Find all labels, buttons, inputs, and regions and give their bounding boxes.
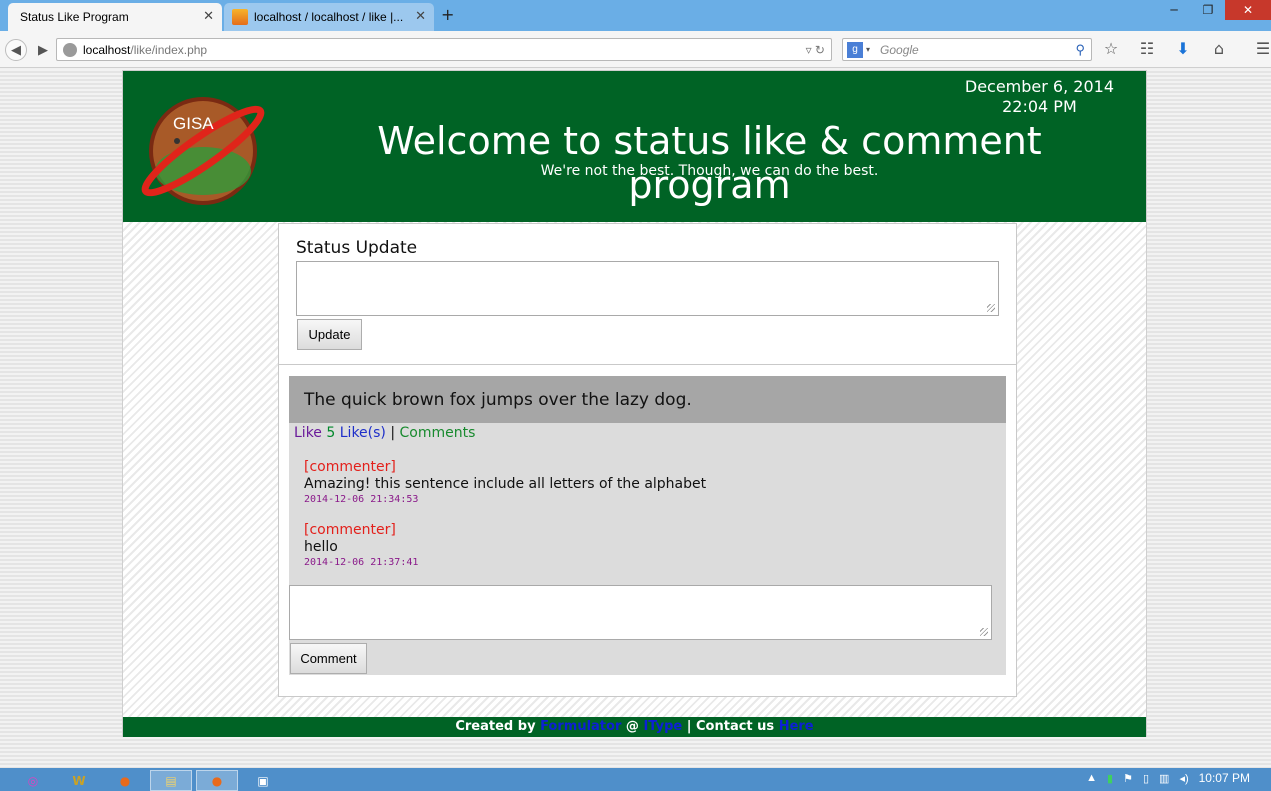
tab-close-icon[interactable]: ✕	[203, 8, 214, 24]
post-header: The quick brown fox jumps over the lazy …	[289, 376, 1006, 423]
url-host: localhost	[83, 42, 131, 57]
page-container: GISA December 6, 2014 22:04 PM Welcome t…	[122, 70, 1147, 737]
post-text: The quick brown fox jumps over the lazy …	[304, 390, 692, 410]
main-panel: Status Update Update The quick brown fox…	[278, 223, 1017, 697]
footer-separator: |	[686, 719, 692, 734]
like-link[interactable]: Like	[294, 425, 322, 441]
header-time: 22:04 PM	[1002, 97, 1077, 116]
browser-nav-bar: ◀ ▶ localhost/like/index.php ▿ ↻ g ▾ Goo…	[0, 31, 1271, 68]
maximize-icon[interactable]: ❐	[1191, 0, 1225, 20]
gisa-logo: GISA	[141, 97, 265, 205]
comment-timestamp: 2014-12-06 21:34:53	[304, 494, 419, 505]
comment-author[interactable]: [commenter]	[304, 459, 706, 476]
flag-icon[interactable]: ⚑	[1123, 772, 1133, 785]
network-icon[interactable]: ▥	[1159, 772, 1169, 785]
browser-tab-bar: Status Like Program ✕ localhost / localh…	[0, 0, 1271, 31]
new-tab-icon[interactable]: +	[441, 5, 454, 24]
forward-arrow-icon[interactable]: ▶	[32, 39, 54, 61]
site-footer: Created by Formulator @ IType | Contact …	[123, 717, 1146, 737]
comment-input[interactable]	[289, 585, 992, 640]
home-icon[interactable]: ⌂	[1208, 39, 1230, 58]
tab-phpmyadmin[interactable]: localhost / localhost / like |... ✕	[224, 3, 434, 31]
status-update-input[interactable]	[296, 261, 999, 316]
tab-close-icon[interactable]: ✕	[415, 8, 426, 24]
header-datetime: December 6, 2014 22:04 PM	[965, 77, 1114, 117]
divider	[279, 364, 1016, 365]
tab-status-like-program[interactable]: Status Like Program ✕	[8, 3, 222, 31]
comments-link[interactable]: Comments	[400, 425, 476, 441]
menu-icon[interactable]: ☰	[1252, 39, 1271, 58]
resize-handle-icon[interactable]	[987, 304, 995, 312]
toolbar-icons: ☆ ☷ ⬇ ⌂ ☰	[1100, 39, 1271, 58]
tray-app-icon[interactable]: ▮	[1107, 772, 1113, 785]
clock[interactable]: 10:07 PM	[1199, 771, 1250, 785]
status-post: The quick brown fox jumps over the lazy …	[289, 376, 1006, 675]
show-hidden-icon[interactable]: ▲	[1086, 772, 1097, 784]
tab-title: localhost / localhost / like |...	[254, 10, 404, 24]
site-header: GISA December 6, 2014 22:04 PM Welcome t…	[123, 71, 1146, 222]
phpmyadmin-icon	[232, 9, 248, 25]
resize-handle-icon[interactable]	[980, 628, 988, 636]
status-update-label: Status Update	[296, 238, 418, 258]
google-icon: g	[847, 41, 863, 58]
system-tray: ▲ ▮ ⚑ ▯ ▥ ◂) 10:07 PM	[1086, 771, 1271, 785]
firefox-icon[interactable]: ●	[104, 770, 146, 791]
comment-timestamp: 2014-12-06 21:37:41	[304, 557, 419, 568]
like-row: Like 5 Like(s) | Comments	[294, 425, 475, 441]
comment-text: Amazing! this sentence include all lette…	[304, 476, 707, 492]
volume-icon[interactable]: ◂)	[1179, 772, 1188, 785]
footer-contact-link[interactable]: Here	[779, 719, 814, 734]
separator: |	[390, 425, 396, 441]
url-bar[interactable]: localhost/like/index.php ▿ ↻	[56, 38, 832, 61]
search-icon[interactable]: ⚲	[1075, 42, 1085, 58]
comment-text: hello	[304, 539, 338, 555]
search-placeholder: Google	[880, 42, 919, 57]
footer-at: @	[625, 719, 639, 734]
page-subtitle: We're not the best. Though, we can do th…	[540, 163, 879, 179]
window-controls: ─ ❐ ✕	[1157, 0, 1271, 20]
battery-icon[interactable]: ▯	[1143, 772, 1149, 785]
back-arrow-icon[interactable]: ◀	[5, 39, 27, 61]
bookmark-star-icon[interactable]: ☆	[1100, 39, 1122, 58]
page-background: GISA December 6, 2014 22:04 PM Welcome t…	[0, 69, 1271, 768]
comment-button[interactable]: Comment	[290, 643, 367, 674]
bookmarks-list-icon[interactable]: ☷	[1136, 39, 1158, 58]
window-close-icon[interactable]: ✕	[1225, 0, 1271, 20]
tab-title: Status Like Program	[20, 10, 129, 24]
globe-icon	[63, 42, 77, 57]
comment-item: [commenter] hello 2014-12-06 21:37:41	[304, 522, 418, 570]
firefox-active-icon[interactable]: ●	[196, 770, 238, 791]
start-app-icon[interactable]: ◎	[12, 770, 54, 791]
footer-created-by: Created by	[455, 719, 536, 734]
app-icon[interactable]: ▣	[242, 770, 284, 791]
logo-text: GISA	[173, 114, 214, 133]
comment-item: [commenter] Amazing! this sentence inclu…	[304, 459, 706, 507]
url-path: /like/index.php	[130, 42, 208, 57]
like-count: 5	[326, 425, 336, 441]
footer-contact: Contact us	[696, 719, 775, 734]
footer-author-link[interactable]: Formulator	[540, 719, 621, 734]
minimize-icon[interactable]: ─	[1157, 0, 1191, 20]
header-date: December 6, 2014	[964, 77, 1114, 96]
word-icon[interactable]: W	[58, 770, 100, 791]
likes-link[interactable]: Like(s)	[340, 425, 386, 441]
chevron-down-icon[interactable]: ▾	[866, 45, 870, 54]
update-button[interactable]: Update	[297, 319, 362, 350]
os-taskbar: ◎ W ● ▤ ● ▣ ▲ ▮ ⚑ ▯ ▥ ◂) 10:07 PM	[0, 768, 1271, 791]
search-bar[interactable]: g ▾ Google ⚲	[842, 38, 1092, 61]
reload-icon[interactable]: ▿ ↻	[806, 43, 825, 57]
file-explorer-icon[interactable]: ▤	[150, 770, 192, 791]
download-icon[interactable]: ⬇	[1172, 39, 1194, 58]
footer-site-link[interactable]: IType	[643, 719, 682, 734]
comment-author[interactable]: [commenter]	[304, 522, 418, 539]
